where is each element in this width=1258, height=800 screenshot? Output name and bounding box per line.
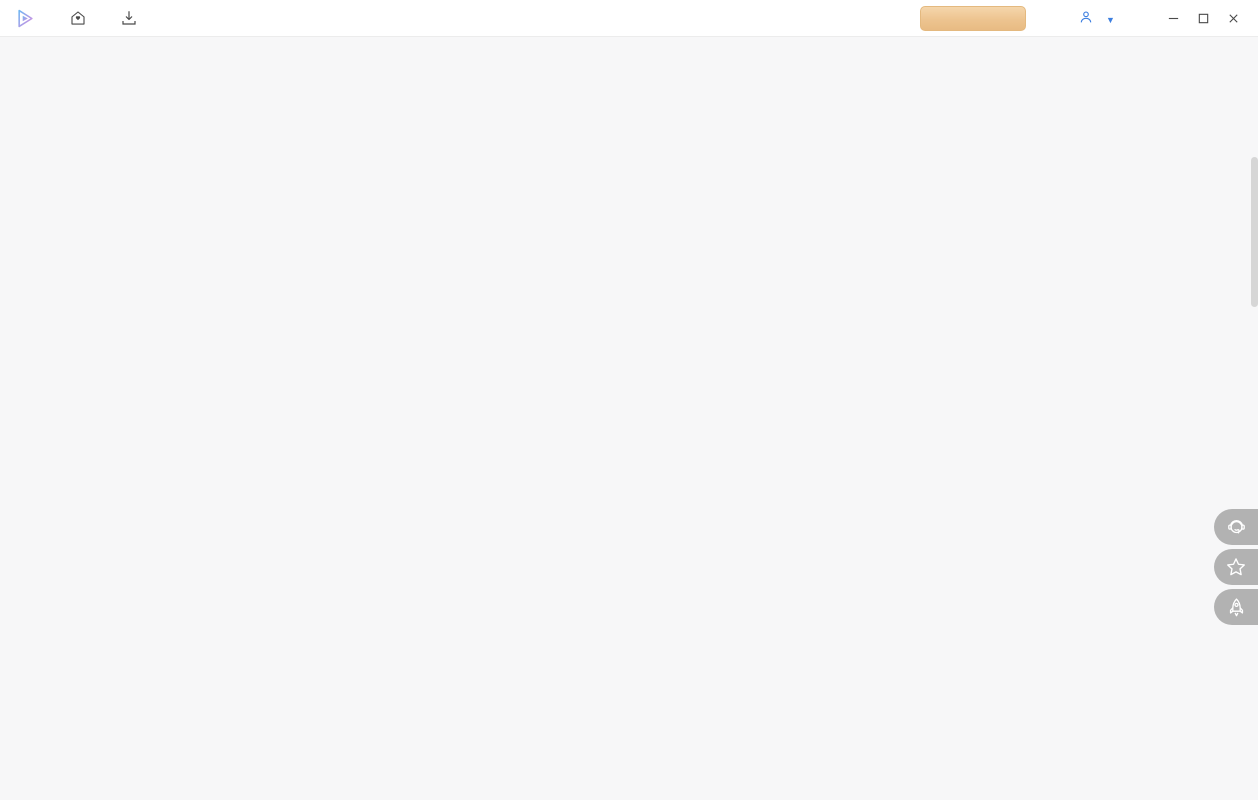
chevron-down-icon: ▼ — [1106, 14, 1115, 25]
rocket-button[interactable] — [1214, 589, 1258, 625]
title-bar: ▼ — [0, 0, 1258, 37]
download-icon — [120, 9, 138, 27]
brand — [16, 9, 43, 28]
plan-button[interactable] — [920, 6, 1026, 31]
template-grid-scroll-area[interactable] — [0, 37, 1258, 800]
support-button[interactable] — [1214, 509, 1258, 545]
minimize-button[interactable] — [1158, 4, 1188, 34]
nav-home[interactable] — [69, 9, 94, 27]
home-icon — [69, 9, 87, 27]
lightmv-logo-icon — [16, 9, 35, 28]
vertical-scrollbar[interactable] — [1251, 37, 1258, 800]
floating-side-buttons — [1214, 509, 1258, 625]
login-button[interactable]: ▼ — [1078, 9, 1115, 28]
rocket-icon — [1226, 597, 1247, 618]
close-button[interactable] — [1218, 4, 1248, 34]
nav-downloads[interactable] — [120, 9, 145, 27]
scrollbar-thumb[interactable] — [1251, 157, 1258, 307]
favorite-button[interactable] — [1214, 549, 1258, 585]
maximize-button[interactable] — [1188, 4, 1218, 34]
star-icon — [1225, 556, 1247, 578]
window-controls — [1158, 0, 1248, 37]
headset-icon — [1226, 517, 1247, 538]
user-icon — [1078, 9, 1094, 28]
